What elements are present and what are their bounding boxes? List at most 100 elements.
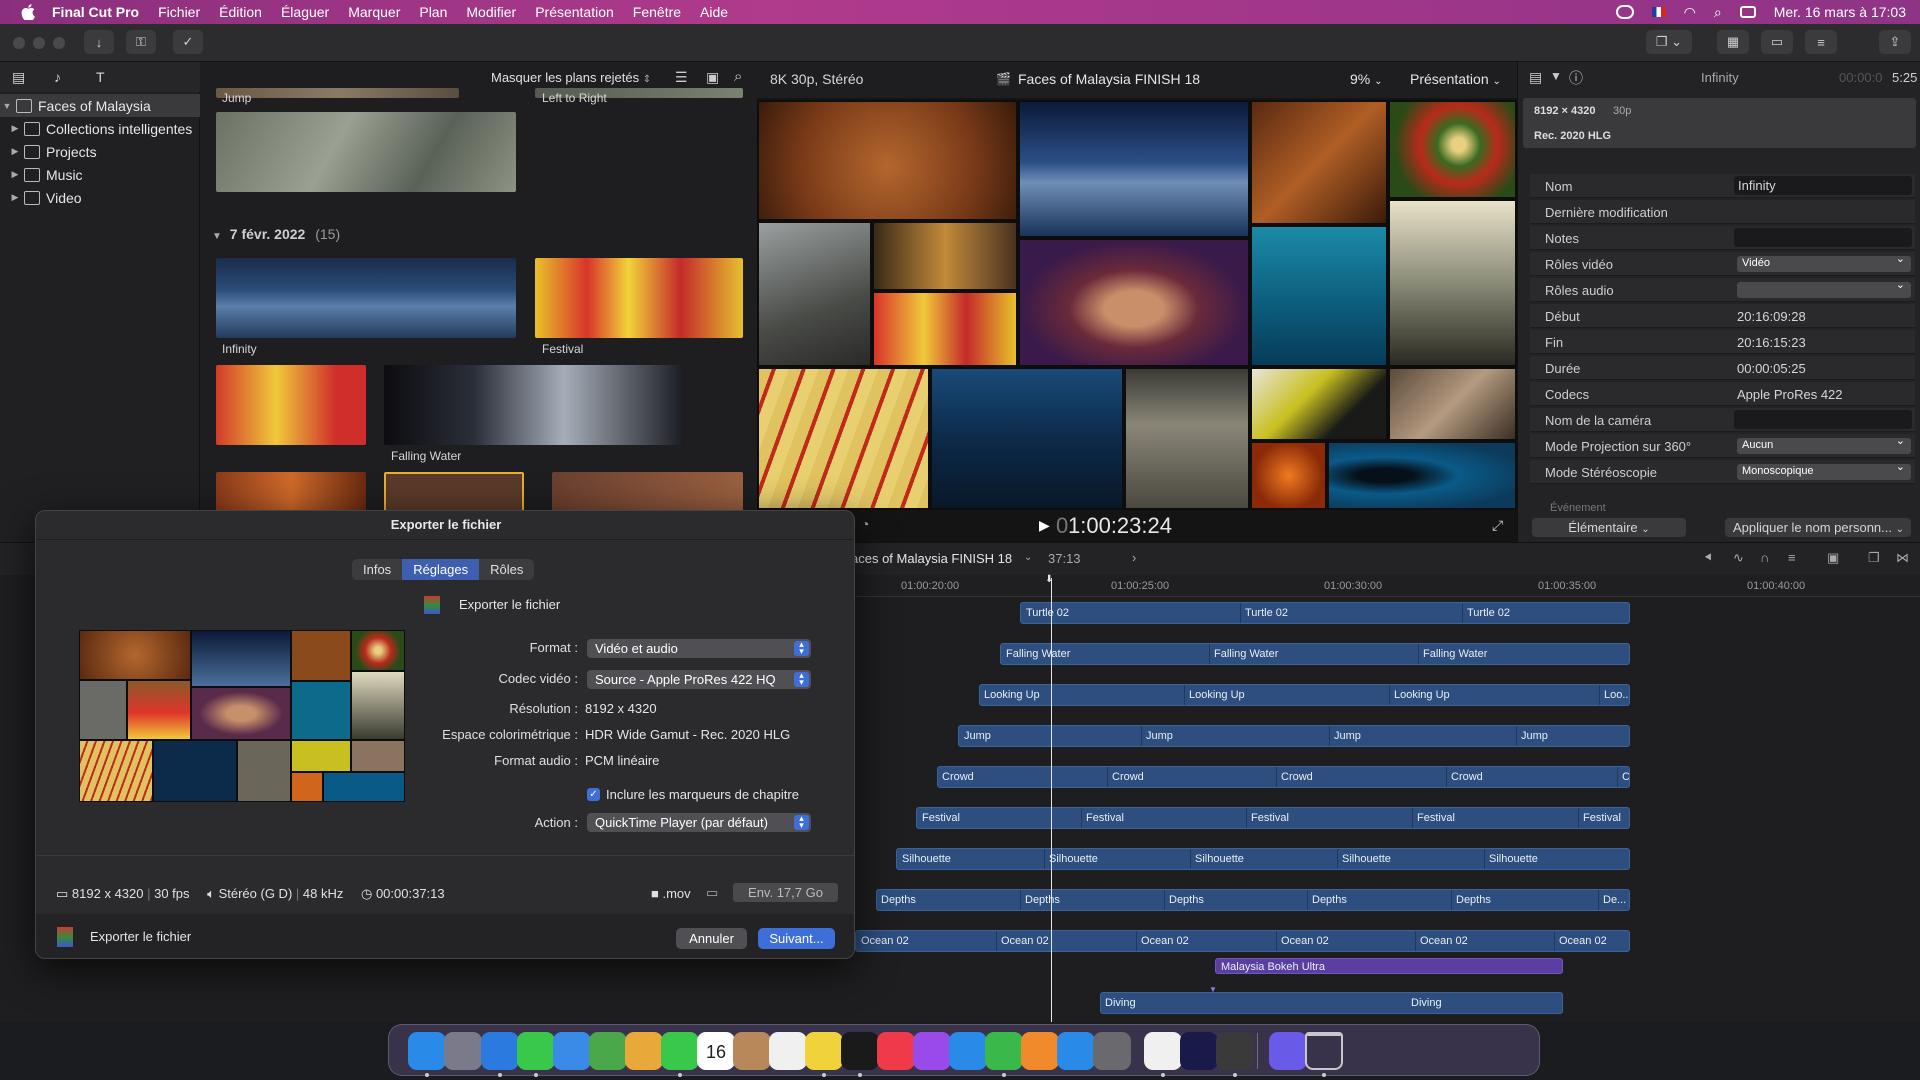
clip-thumbnail-jump[interactable] xyxy=(216,88,459,98)
premiere-icon[interactable] xyxy=(1180,1032,1218,1070)
keyframe-marker-icon[interactable]: ▼ xyxy=(1209,985,1217,994)
timeline-clip[interactable]: Silhouette Silhouette Silhouette Silhouette… xyxy=(896,848,1630,870)
clip-edit-point[interactable] xyxy=(1617,767,1618,787)
finder-icon[interactable] xyxy=(408,1032,446,1070)
list-view-icon[interactable]: ☰ xyxy=(675,69,688,86)
mail-icon[interactable] xyxy=(553,1032,591,1070)
titles-generators-icon[interactable]: T xyxy=(96,69,105,85)
next-button[interactable]: Suivant... xyxy=(758,928,835,949)
clip-edit-point[interactable] xyxy=(1020,890,1021,910)
clip-edit-point[interactable] xyxy=(1554,931,1555,951)
clip-edit-point[interactable] xyxy=(1516,726,1517,746)
tab-roles[interactable]: Rôles xyxy=(479,559,534,580)
clip-filter-popup[interactable]: Masquer les plans rejetés ⇕ xyxy=(491,70,651,85)
motion-icon[interactable] xyxy=(1269,1032,1307,1070)
viewer-canvas[interactable] xyxy=(757,100,1517,510)
format-popup[interactable]: Vidéo et audio ▴ ▾ xyxy=(587,639,811,658)
timeline-clip[interactable]: Turtle 02 Turtle 02 Turtle 02 xyxy=(1020,602,1630,624)
film-icon[interactable]: ▤ xyxy=(1529,69,1542,86)
inspector-popup[interactable]: Aucun xyxy=(1737,434,1911,454)
background-tasks-button[interactable]: ✓ xyxy=(173,30,203,54)
clip-thumbnail-falling-water[interactable] xyxy=(384,365,684,445)
final-cut-icon[interactable] xyxy=(1216,1032,1254,1070)
clip-edit-point[interactable] xyxy=(1276,767,1277,787)
disclosure-open-icon[interactable]: ▼ xyxy=(0,101,14,111)
control-center-icon[interactable] xyxy=(1739,6,1756,18)
menu-fichier[interactable]: Fichier xyxy=(158,4,200,20)
creative-cloud-icon[interactable] xyxy=(1615,5,1634,19)
clip-edit-point[interactable] xyxy=(996,931,997,951)
clip-edit-point[interactable] xyxy=(1044,849,1045,869)
action-popup[interactable]: QuickTime Player (par défaut) ▴ ▾ xyxy=(587,813,811,832)
apply-custom-name-popup[interactable]: Appliquer le nom personn... ⌄ xyxy=(1725,518,1911,537)
menu-plan[interactable]: Plan xyxy=(419,4,447,20)
numbers-icon[interactable] xyxy=(985,1032,1023,1070)
comment-icon[interactable]: ▭ xyxy=(706,885,718,901)
codec-popup[interactable]: Source - Apple ProRes 422 HQ ▴ ▾ xyxy=(587,670,811,689)
search-icon[interactable]: ⌕ xyxy=(734,68,742,85)
clip-edit-point[interactable] xyxy=(1446,767,1447,787)
tab-infos[interactable]: Infos xyxy=(352,559,402,580)
audio-inspector-icon[interactable]: ▼ xyxy=(1550,69,1562,83)
play-icon[interactable]: ▶ xyxy=(1039,517,1050,534)
photos-icon[interactable] xyxy=(625,1032,663,1070)
app-store-icon[interactable] xyxy=(1057,1032,1095,1070)
timeline-toggle-button[interactable]: ▭ xyxy=(1761,30,1793,54)
fullscreen-icon[interactable]: ⤢ xyxy=(1492,517,1503,534)
disclosure-closed-icon[interactable]: ▶ xyxy=(8,146,22,157)
clip-thumbnail-festival[interactable] xyxy=(535,258,743,338)
spotlight-search-icon[interactable]: ⌕ xyxy=(1714,4,1722,21)
contacts-icon[interactable] xyxy=(733,1032,771,1070)
clip-edit-point[interactable] xyxy=(1209,644,1210,664)
music-clip[interactable]: Malaysia Bokeh Ultra xyxy=(1215,958,1563,974)
clip-edit-point[interactable] xyxy=(1599,685,1600,705)
clip-edit-point[interactable] xyxy=(1578,808,1579,828)
clip-thumbnail-infinity[interactable] xyxy=(216,258,516,338)
menu-app-name[interactable]: Final Cut Pro xyxy=(52,4,139,20)
clip-thumbnail-rain-walk[interactable] xyxy=(216,112,516,192)
clip-edit-point[interactable] xyxy=(1184,685,1185,705)
clip-edit-point[interactable] xyxy=(1307,890,1308,910)
clip-edit-point[interactable] xyxy=(1418,644,1419,664)
menu-elaguer[interactable]: Élaguer xyxy=(281,4,329,20)
clip-edit-point[interactable] xyxy=(1484,849,1485,869)
cancel-button[interactable]: Annuler xyxy=(676,928,747,949)
timeline-ruler[interactable]: 01:00:20:00 01:00:25:00 01:00:30:00 01:0… xyxy=(855,575,1920,597)
timeline-clip[interactable]: Diving Diving xyxy=(1100,992,1563,1014)
sidebar-item-video[interactable]: ▶ Video xyxy=(0,186,200,209)
disclosure-closed-icon[interactable]: ▶ xyxy=(8,192,22,203)
keynote-icon[interactable] xyxy=(949,1032,987,1070)
clip-edit-point[interactable] xyxy=(1451,890,1452,910)
zoom-popup[interactable]: 9% ⌄ xyxy=(1350,71,1383,87)
clip-edit-point[interactable] xyxy=(1462,603,1463,623)
share-button[interactable]: ⇪ xyxy=(1879,30,1911,54)
tv-icon[interactable] xyxy=(841,1032,879,1070)
tab-reglages[interactable]: Réglages xyxy=(402,559,480,580)
libraries-icon[interactable]: ▤ xyxy=(12,69,25,86)
calendar-icon[interactable]: 16 xyxy=(697,1032,735,1070)
clip-edit-point[interactable] xyxy=(1337,849,1338,869)
slack-icon[interactable] xyxy=(1144,1032,1182,1070)
import-button[interactable]: ↓ xyxy=(84,30,114,54)
clip-edit-point[interactable] xyxy=(1164,890,1165,910)
notes-icon[interactable] xyxy=(805,1032,843,1070)
settings-icon[interactable] xyxy=(1093,1032,1131,1070)
apple-icon[interactable] xyxy=(18,2,38,22)
timeline-clip[interactable]: Ocean 02 Ocean 02 Ocean 02 Ocean 02 Ocean 02… xyxy=(855,930,1630,952)
wifi-icon[interactable]: ◠ xyxy=(1684,4,1696,21)
sidebar-item-library[interactable]: ▼ Faces of Malaysia xyxy=(0,94,200,117)
timeline-clip[interactable]: Festival Festival Festival Festival Festival xyxy=(916,807,1630,829)
clip-edit-point[interactable] xyxy=(1136,931,1137,951)
clip-edit-point[interactable] xyxy=(1141,726,1142,746)
disclosure-open-icon[interactable]: ▼ xyxy=(212,231,222,242)
messages-icon[interactable] xyxy=(517,1032,555,1070)
clip-edit-point[interactable] xyxy=(1246,808,1247,828)
photos-audio-icon[interactable]: ♪ xyxy=(54,69,61,85)
snapping-icon[interactable]: ≡ xyxy=(1788,550,1796,565)
window-minimize-button[interactable] xyxy=(33,37,45,49)
clip-edit-point[interactable] xyxy=(1081,808,1082,828)
keywords-button[interactable]: ⚿ xyxy=(126,30,156,54)
transitions-icon[interactable]: ⋈ xyxy=(1896,550,1909,566)
menu-modifier[interactable]: Modifier xyxy=(466,4,516,20)
menu-edition[interactable]: Édition xyxy=(219,4,262,20)
